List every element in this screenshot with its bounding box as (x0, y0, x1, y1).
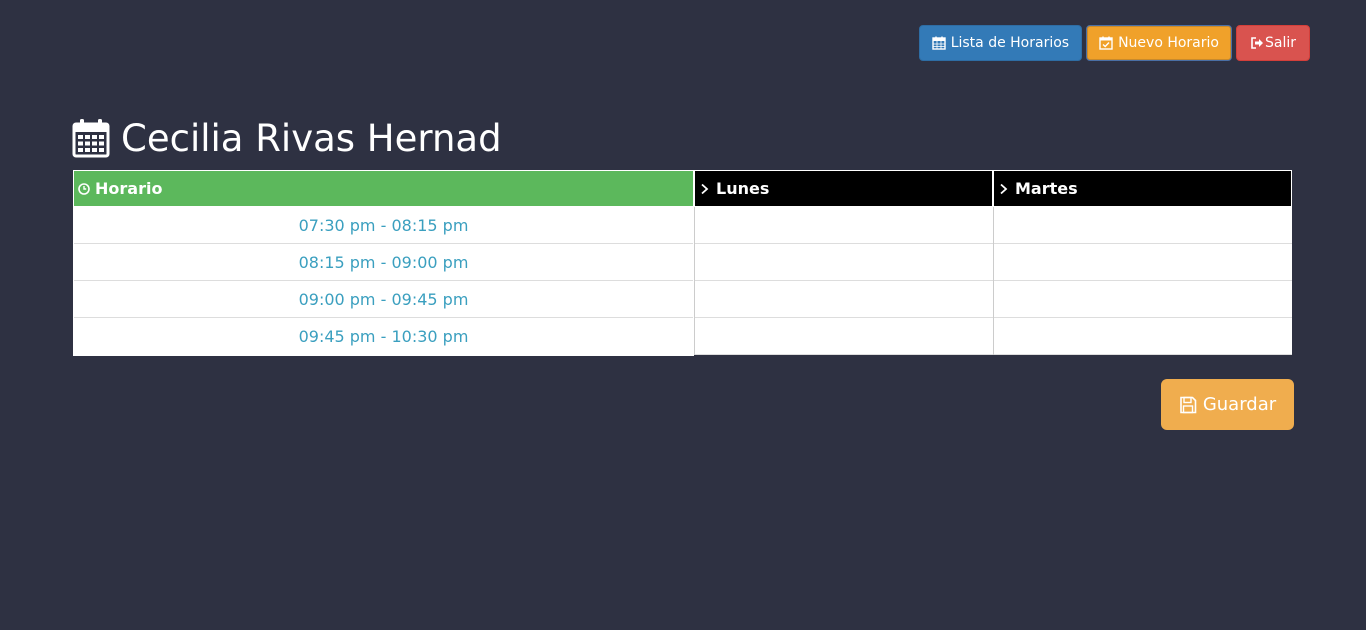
floppy-disk-icon (1180, 396, 1197, 413)
schedule-cell[interactable] (695, 207, 993, 244)
monday-cells (694, 207, 993, 355)
day-header-label: Lunes (716, 179, 770, 198)
calendar-icon (931, 36, 946, 50)
time-slot: 09:45 pm - 10:30 pm (74, 318, 693, 355)
tuesday-cells (993, 207, 1292, 355)
day-header-monday: Lunes (694, 170, 993, 207)
schedule-cell[interactable] (695, 281, 993, 318)
day-header-label: Martes (1015, 179, 1078, 198)
schedule-list-button[interactable]: Lista de Horarios (918, 25, 1083, 61)
page-title: Cecilia Rivas Hernad (72, 116, 502, 160)
time-column-header-label: Horario (95, 179, 163, 198)
calendar-icon (72, 119, 110, 158)
time-slot: 09:00 pm - 09:45 pm (74, 281, 693, 318)
schedule-cell[interactable] (695, 244, 993, 281)
day-header-tuesday: Martes (993, 170, 1292, 207)
schedule-cell[interactable] (994, 244, 1292, 281)
schedule-cell[interactable] (994, 207, 1292, 244)
time-slot: 08:15 pm - 09:00 pm (74, 244, 693, 281)
day-column-monday: Lunes (694, 170, 993, 355)
save-button[interactable]: Guardar (1161, 379, 1294, 430)
new-schedule-button[interactable]: Nuevo Horario (1086, 25, 1232, 61)
exit-label: Salir (1264, 35, 1296, 51)
top-navigation: Lista de Horarios Nuevo Horario Salir (918, 25, 1310, 61)
schedule-cell[interactable] (994, 318, 1292, 355)
time-slot-list: 07:30 pm - 08:15 pm 08:15 pm - 09:00 pm … (73, 207, 694, 356)
chevron-right-icon (701, 183, 709, 194)
time-column-header: Horario (73, 170, 694, 207)
day-column-tuesday: Martes (993, 170, 1292, 355)
exit-button[interactable]: Salir (1235, 25, 1310, 61)
schedule-cell[interactable] (695, 318, 993, 355)
time-slot: 07:30 pm - 08:15 pm (74, 207, 693, 244)
sign-out-icon (1251, 37, 1263, 49)
new-schedule-label: Nuevo Horario (1118, 35, 1219, 51)
schedule-list-label: Lista de Horarios (950, 35, 1070, 51)
clock-icon (78, 182, 90, 195)
schedule-cell[interactable] (994, 281, 1292, 318)
chevron-right-icon (1000, 183, 1008, 194)
save-button-label: Guardar (1202, 394, 1277, 415)
schedule-table: Horario 07:30 pm - 08:15 pm 08:15 pm - 0… (73, 170, 1294, 358)
time-column: Horario 07:30 pm - 08:15 pm 08:15 pm - 0… (73, 170, 694, 356)
calendar-check-icon (1099, 36, 1113, 50)
page-title-text: Cecilia Rivas Hernad (121, 116, 502, 160)
